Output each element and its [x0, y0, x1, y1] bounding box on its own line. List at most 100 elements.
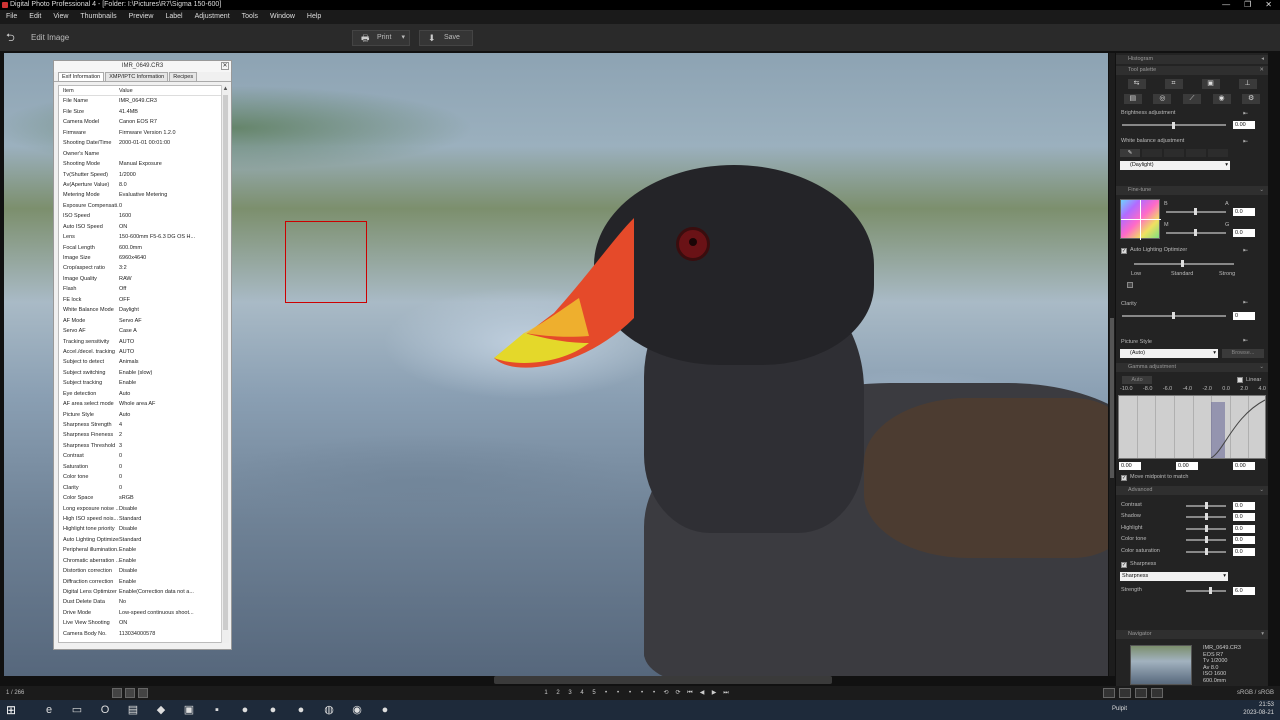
- table-row[interactable]: Subject switching Enable (slow): [59, 368, 221, 378]
- first-icon[interactable]: ⏮: [685, 688, 695, 698]
- table-row[interactable]: Firmware Firmware Version 1.2.0: [59, 128, 221, 138]
- linear-checkbox[interactable]: [1237, 377, 1243, 383]
- save-button[interactable]: ⬇ Save: [419, 30, 473, 46]
- table-row[interactable]: Auto Lighting Optimizer Standard: [59, 535, 221, 545]
- table-row[interactable]: Picture Style Auto: [59, 410, 221, 420]
- slider-knob[interactable]: [1194, 208, 1197, 215]
- crop-icon[interactable]: ⌗: [1164, 79, 1183, 89]
- ft-g-value[interactable]: 0.0: [1233, 229, 1255, 237]
- exif-scrollbar[interactable]: ▲: [221, 85, 229, 643]
- menu-adjustment[interactable]: Adjustment: [189, 10, 236, 24]
- fit-icon[interactable]: [1103, 688, 1115, 698]
- table-row[interactable]: AF area select mode Whole area AF: [59, 399, 221, 409]
- ft-a-value[interactable]: 0.0: [1233, 208, 1255, 216]
- viewer-vertical-scrollbar[interactable]: [1109, 53, 1115, 676]
- wb-slot-button[interactable]: [1208, 149, 1228, 157]
- table-row[interactable]: Image Size 6960x4640: [59, 253, 221, 263]
- table-row[interactable]: Crop/aspect ratio 3:2: [59, 263, 221, 273]
- chevron-down-icon[interactable]: ▾: [401, 31, 405, 45]
- color-wheel-grid[interactable]: [1120, 199, 1161, 240]
- table-row[interactable]: Color Space sRGB: [59, 493, 221, 503]
- sharpness-checkbox[interactable]: ✓: [1121, 562, 1127, 568]
- grid-view-icon[interactable]: [112, 688, 122, 698]
- sharpness-dropdown[interactable]: Sharpness ▾: [1120, 572, 1228, 581]
- app-icon[interactable]: ●: [234, 702, 256, 718]
- table-row[interactable]: Camera Body No. 113034000578: [59, 629, 221, 639]
- shadow-value[interactable]: 0.0: [1233, 513, 1255, 521]
- label-1-button[interactable]: 1: [541, 688, 551, 698]
- star-icon[interactable]: •: [637, 688, 647, 698]
- table-row[interactable]: Flash Off: [59, 284, 221, 294]
- eyedropper-icon[interactable]: ✎: [1120, 149, 1140, 157]
- table-row[interactable]: White Balance Mode Daylight: [59, 305, 221, 315]
- color-tone-value[interactable]: 0.0: [1233, 536, 1255, 544]
- chevron-down-icon[interactable]: ⌄: [1259, 486, 1264, 495]
- star-icon[interactable]: •: [601, 688, 611, 698]
- auto-button[interactable]: Auto: [1122, 376, 1152, 384]
- color-icon[interactable]: ◉: [1212, 94, 1231, 104]
- table-row[interactable]: Sharpness Strength 4: [59, 420, 221, 430]
- basic-adjust-icon[interactable]: ▤: [1123, 94, 1142, 104]
- edge-icon[interactable]: e: [38, 702, 60, 718]
- table-row[interactable]: Sharpness Fineness 2: [59, 430, 221, 440]
- gamma-white-value[interactable]: 0.00: [1233, 462, 1255, 470]
- table-row[interactable]: Av(Aperture Value) 8.0: [59, 180, 221, 190]
- label-4-button[interactable]: 4: [577, 688, 587, 698]
- table-row[interactable]: Tracking sensitivity AUTO: [59, 337, 221, 347]
- maximize-icon[interactable]: ❐: [1244, 0, 1251, 10]
- gamma-black-value[interactable]: 0.00: [1119, 462, 1141, 470]
- menu-tools[interactable]: Tools: [236, 10, 264, 24]
- table-row[interactable]: Sharpness Threshold 3: [59, 441, 221, 451]
- strength-slider[interactable]: [1186, 590, 1226, 592]
- table-row[interactable]: Image Quality RAW: [59, 274, 221, 284]
- back-arrow-icon[interactable]: ⮌: [6, 32, 18, 44]
- slider-knob[interactable]: [1205, 548, 1208, 555]
- menu-preview[interactable]: Preview: [123, 10, 160, 24]
- table-row[interactable]: Contrast 0: [59, 451, 221, 461]
- reset-icon[interactable]: ⇤: [1243, 299, 1255, 307]
- table-row[interactable]: Chromatic aberration ... Enable: [59, 556, 221, 566]
- slider-knob[interactable]: [1205, 502, 1208, 509]
- menu-view[interactable]: View: [47, 10, 74, 24]
- photo-app-icon[interactable]: ▣: [178, 702, 200, 718]
- browse-button[interactable]: Browse...: [1222, 349, 1264, 358]
- menu-label[interactable]: Label: [159, 10, 188, 24]
- scrollbar-thumb[interactable]: [1110, 318, 1114, 478]
- settings-icon[interactable]: ⚙: [1242, 94, 1261, 104]
- table-row[interactable]: Tv(Shutter Speed) 1/2000: [59, 170, 221, 180]
- histogram-header[interactable]: Histogram ◂: [1116, 55, 1268, 64]
- wb-slot-button[interactable]: [1142, 149, 1162, 157]
- reset-icon[interactable]: ⇤: [1243, 337, 1255, 345]
- minimize-icon[interactable]: —: [1222, 0, 1230, 10]
- table-row[interactable]: Distortion correction Disable: [59, 566, 221, 576]
- label-5-button[interactable]: 5: [589, 688, 599, 698]
- scrollbar-thumb[interactable]: [223, 95, 228, 630]
- save-disk-icon[interactable]: ▪: [206, 702, 228, 718]
- table-row[interactable]: Owner's Name: [59, 149, 221, 159]
- chevron-down-icon[interactable]: ▾: [1261, 630, 1264, 639]
- table-row[interactable]: File Name IMR_0649.CR3: [59, 96, 221, 106]
- tone-curve-icon[interactable]: ⟋: [1182, 94, 1201, 104]
- dpp-icon[interactable]: ●: [374, 702, 396, 718]
- gamma-header[interactable]: Gamma adjustment ⌄: [1116, 363, 1268, 372]
- camera-icon[interactable]: [1151, 688, 1163, 698]
- star-icon[interactable]: •: [649, 688, 659, 698]
- gamma-curve-chart[interactable]: [1118, 395, 1266, 459]
- viewer-horizontal-scrollbar[interactable]: [494, 676, 832, 684]
- scroll-up-icon[interactable]: ▲: [222, 85, 229, 93]
- reset-icon[interactable]: ⇤: [1243, 138, 1255, 146]
- table-row[interactable]: Color tone 0: [59, 472, 221, 482]
- table-row[interactable]: Focal Length 600.0mm: [59, 243, 221, 253]
- table-row[interactable]: Subject to detect Animals: [59, 357, 221, 367]
- menu-file[interactable]: File: [0, 10, 23, 24]
- picture-style-dropdown[interactable]: (Auto) ▾: [1120, 349, 1218, 358]
- color-saturation-value[interactable]: 0.0: [1233, 548, 1255, 556]
- menu-edit[interactable]: Edit: [23, 10, 47, 24]
- tab-recipes[interactable]: Recipes: [169, 72, 198, 81]
- navigator-header[interactable]: Navigator ▾: [1116, 630, 1268, 639]
- table-row[interactable]: Dust Delete Data No: [59, 597, 221, 607]
- close-icon[interactable]: ✕: [221, 62, 229, 70]
- table-row[interactable]: Drive Mode Low-speed continuous shoot...: [59, 608, 221, 618]
- table-row[interactable]: AF Mode Servo AF: [59, 316, 221, 326]
- table-row[interactable]: Live View Shooting ON: [59, 618, 221, 628]
